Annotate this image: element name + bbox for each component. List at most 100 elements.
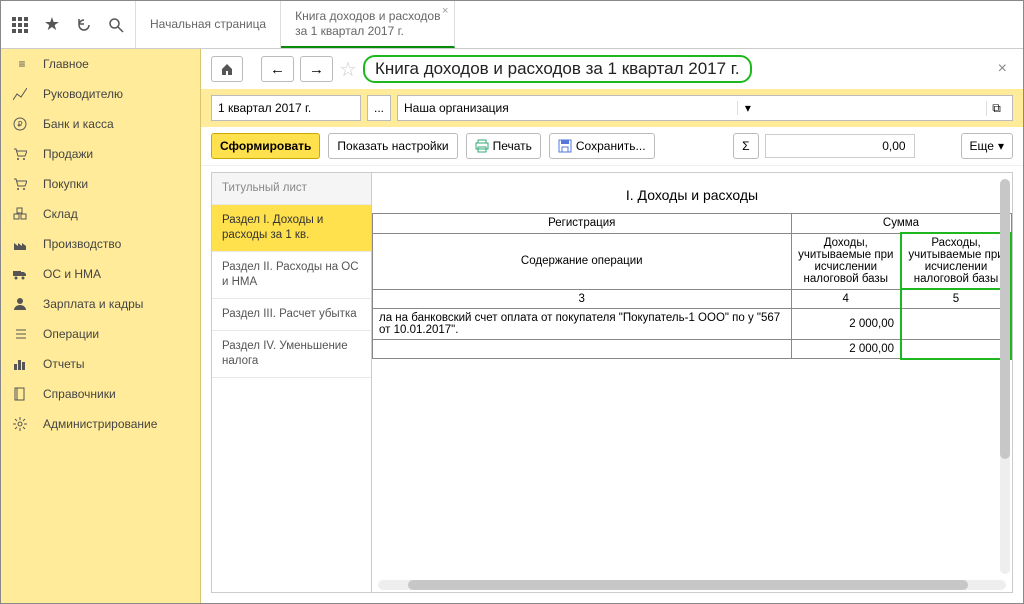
sidebar-item-admin[interactable]: Администрирование <box>1 409 200 439</box>
sidebar-item-manager[interactable]: Руководителю <box>1 79 200 109</box>
sidebar-item-assets[interactable]: ОС и НМА <box>1 259 200 289</box>
cell-income: 2 000,00 <box>791 309 901 340</box>
vertical-scrollbar[interactable] <box>1000 179 1010 574</box>
sidebar-item-operations[interactable]: Операции <box>1 319 200 349</box>
sidebar-item-label: ОС и НМА <box>43 267 101 281</box>
truck-icon <box>13 267 31 281</box>
workspace: Титульный лист Раздел I. Доходы и расход… <box>201 166 1023 603</box>
favorite-star-icon[interactable]: ☆ <box>339 57 357 82</box>
chevron-down-icon[interactable]: ▾ <box>737 101 757 115</box>
sidebar-item-label: Банк и касса <box>43 117 114 131</box>
period-field[interactable]: 1 квартал 2017 г. <box>211 95 361 121</box>
section-label: Раздел IV. Уменьшение налога <box>222 340 348 367</box>
page-title: Книга доходов и расходов за 1 квартал 20… <box>363 55 752 83</box>
sidebar-item-bank[interactable]: ₽ Банк и касса <box>1 109 200 139</box>
sidebar-item-reports[interactable]: Отчеты <box>1 349 200 379</box>
sum-box: Σ 0,00 <box>733 133 914 159</box>
sidebar-item-hr[interactable]: Зарплата и кадры <box>1 289 200 319</box>
period-value: 1 квартал 2017 г. <box>218 101 311 115</box>
section-4[interactable]: Раздел IV. Уменьшение налога <box>212 331 371 378</box>
save-icon <box>558 139 572 153</box>
close-page-icon[interactable]: × <box>992 60 1013 78</box>
tab-label: Начальная страница <box>150 17 266 32</box>
back-button[interactable]: ← <box>261 56 294 82</box>
horizontal-scrollbar[interactable] <box>378 580 1006 590</box>
report-title: I. Доходы и расходы <box>372 181 1012 213</box>
open-org-icon[interactable]: ⧉ <box>986 101 1006 116</box>
sidebar-item-purchases[interactable]: Покупки <box>1 169 200 199</box>
list-icon <box>13 327 31 341</box>
report-area[interactable]: I. Доходы и расходы Регистрация Сумма Со… <box>371 172 1013 593</box>
topbar-tools: ★ <box>1 1 136 48</box>
tab-label-l1: Книга доходов и расходов <box>295 9 440 24</box>
save-button[interactable]: Сохранить... <box>549 133 655 159</box>
print-label: Печать <box>493 139 532 153</box>
sidebar-item-catalogs[interactable]: Справочники <box>1 379 200 409</box>
tabs: Начальная страница Книга доходов и расхо… <box>136 1 455 48</box>
home-button[interactable] <box>211 56 243 82</box>
report-table: Регистрация Сумма Содержание операции До… <box>372 213 1012 360</box>
sigma-label: Σ <box>742 139 749 153</box>
sidebar-item-label: Производство <box>43 237 121 251</box>
generate-label: Сформировать <box>220 139 311 153</box>
cell-content: ла на банковский счет оплата от покупате… <box>373 309 792 340</box>
book-icon <box>13 387 31 401</box>
th-col4: 4 <box>791 289 901 309</box>
more-button[interactable]: Еще ▾ <box>961 133 1013 159</box>
table-row[interactable]: ла на банковский счет оплата от покупате… <box>373 309 1012 340</box>
person-icon <box>13 297 31 311</box>
section-list: Титульный лист Раздел I. Доходы и расход… <box>211 172 371 593</box>
sidebar-item-production[interactable]: Производство <box>1 229 200 259</box>
save-label: Сохранить... <box>576 139 646 153</box>
cell-total-label <box>373 340 792 359</box>
gear-icon <box>13 417 31 431</box>
boxes-icon <box>13 207 31 221</box>
show-settings-button[interactable]: Показать настройки <box>328 133 457 159</box>
sidebar-item-label: Отчеты <box>43 357 84 371</box>
sidebar-item-label: Зарплата и кадры <box>43 297 143 311</box>
sidebar-item-warehouse[interactable]: Склад <box>1 199 200 229</box>
sidebar-item-sales[interactable]: Продажи <box>1 139 200 169</box>
table-row-total[interactable]: 2 000,00 <box>373 340 1012 359</box>
tab-book[interactable]: Книга доходов и расходов за 1 квартал 20… <box>281 1 455 48</box>
sidebar-item-label: Главное <box>43 57 89 71</box>
th-expense: Расходы, учитываемые при исчислении нало… <box>901 233 1011 289</box>
th-content: Содержание операции <box>373 233 792 289</box>
section-label: Раздел I. Доходы и расходы за 1 кв. <box>222 214 323 241</box>
section-title-page[interactable]: Титульный лист <box>212 173 371 205</box>
chart-icon <box>13 87 31 101</box>
section-label: Титульный лист <box>222 182 307 194</box>
svg-text:₽: ₽ <box>17 120 22 129</box>
print-button[interactable]: Печать <box>466 133 541 159</box>
basket-icon <box>13 177 31 191</box>
history-icon[interactable] <box>75 16 93 34</box>
star-icon[interactable]: ★ <box>43 16 61 34</box>
content: ← → ☆ Книга доходов и расходов за 1 квар… <box>201 49 1023 603</box>
cart-icon <box>13 147 31 161</box>
org-field[interactable]: Наша организация ▾ ⧉ <box>397 95 1013 121</box>
sidebar-item-label: Продажи <box>43 147 93 161</box>
forward-button[interactable]: → <box>300 56 333 82</box>
scrollbar-thumb[interactable] <box>408 580 968 590</box>
section-3[interactable]: Раздел III. Расчет убытка <box>212 299 371 331</box>
search-icon[interactable] <box>107 16 125 34</box>
print-icon <box>475 139 489 153</box>
th-col5: 5 <box>901 289 1011 309</box>
close-icon[interactable]: × <box>442 5 448 19</box>
top-bar: ★ Начальная страница Книга доходов и рас… <box>1 1 1023 49</box>
bars-icon <box>13 357 31 371</box>
scrollbar-thumb[interactable] <box>1000 179 1010 459</box>
section-2[interactable]: Раздел II. Расходы на ОС и НМА <box>212 252 371 299</box>
apps-icon[interactable] <box>11 16 29 34</box>
sidebar-item-label: Справочники <box>43 387 116 401</box>
ruble-icon: ₽ <box>13 117 31 131</box>
sigma-button[interactable]: Σ <box>733 133 758 159</box>
tab-home[interactable]: Начальная страница <box>136 1 281 48</box>
sidebar-item-label: Покупки <box>43 177 88 191</box>
period-picker-button[interactable]: ... <box>367 95 391 121</box>
section-1[interactable]: Раздел I. Доходы и расходы за 1 кв. <box>212 205 371 252</box>
sidebar-item-main[interactable]: ≡Главное <box>1 49 200 79</box>
cell-expense <box>901 309 1011 340</box>
sidebar-item-label: Склад <box>43 207 78 221</box>
generate-button[interactable]: Сформировать <box>211 133 320 159</box>
